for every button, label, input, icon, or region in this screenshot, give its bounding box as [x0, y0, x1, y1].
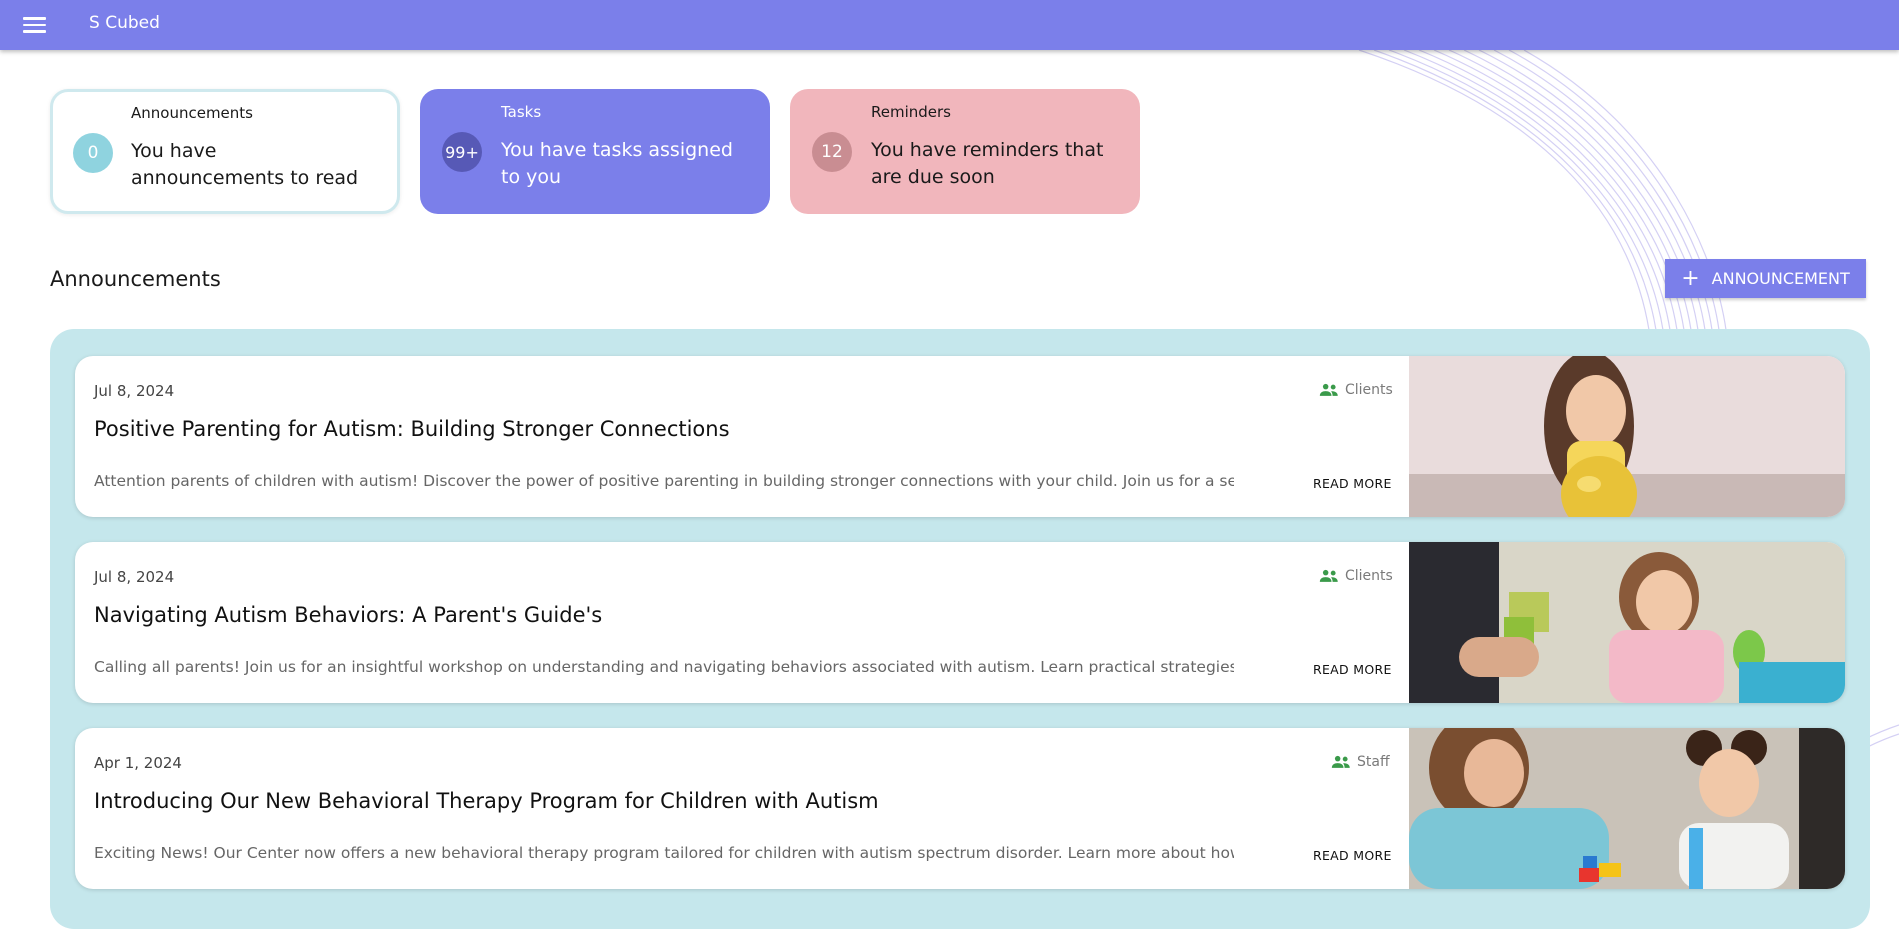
plus-icon: + — [1681, 265, 1700, 291]
people-icon — [1319, 383, 1338, 396]
read-more-button[interactable]: READ MORE — [1313, 476, 1392, 491]
add-announcement-button[interactable]: + ANNOUNCEMENT — [1665, 259, 1866, 298]
announcement-audience-label: Clients — [1345, 568, 1393, 584]
tasks-summary-message: You have tasks assigned to you — [501, 139, 733, 188]
reminders-summary-card[interactable]: 12 Reminders You have reminders that are… — [790, 89, 1140, 214]
app-bar: S Cubed — [0, 0, 1899, 50]
announcement-card[interactable]: Jul 8, 2024 Clients Navigating Autism Be… — [75, 542, 1845, 703]
people-icon — [1319, 569, 1338, 582]
announcement-date: Jul 8, 2024 — [94, 382, 175, 400]
announcements-count-badge: 0 — [73, 133, 113, 173]
announcements-feed: Jul 8, 2024 Clients Positive Parenting f… — [50, 329, 1870, 929]
reminders-summary-label: Reminders — [871, 103, 951, 121]
announcement-audience: Staff — [1331, 754, 1390, 770]
announcements-summary-card[interactable]: 0 Announcements You have announcements t… — [50, 89, 400, 214]
announcement-card[interactable]: Apr 1, 2024 Staff Introducing Our New Be… — [75, 728, 1845, 889]
announcement-title: Navigating Autism Behaviors: A Parent's … — [94, 603, 603, 627]
announcement-title: Introducing Our New Behavioral Therapy P… — [94, 789, 879, 813]
announcement-image — [1409, 728, 1845, 889]
announcements-summary-message: You have announcements to read — [131, 140, 359, 189]
announcement-excerpt: Attention parents of children with autis… — [94, 472, 1234, 490]
reminders-summary-message: You have reminders that are due soon — [871, 139, 1104, 188]
announcement-audience: Clients — [1319, 382, 1393, 398]
announcements-summary-label: Announcements — [131, 104, 253, 122]
tasks-count-badge: 99+ — [442, 132, 482, 172]
announcement-audience: Clients — [1319, 568, 1393, 584]
reminders-count-badge: 12 — [812, 132, 852, 172]
announcement-date: Jul 8, 2024 — [94, 568, 175, 586]
announcement-excerpt: Calling all parents! Join us for an insi… — [94, 658, 1234, 676]
announcement-excerpt: Exciting News! Our Center now offers a n… — [94, 844, 1234, 862]
announcement-image — [1409, 356, 1845, 517]
announcement-image — [1409, 542, 1845, 703]
tasks-summary-label: Tasks — [501, 103, 542, 121]
read-more-button[interactable]: READ MORE — [1313, 662, 1392, 677]
add-announcement-label: ANNOUNCEMENT — [1711, 269, 1850, 288]
app-title: S Cubed — [89, 13, 160, 33]
menu-icon[interactable] — [16, 10, 52, 40]
announcement-audience-label: Staff — [1357, 754, 1390, 770]
announcement-audience-label: Clients — [1345, 382, 1393, 398]
read-more-button[interactable]: READ MORE — [1313, 848, 1392, 863]
announcement-date: Apr 1, 2024 — [94, 754, 182, 772]
people-icon — [1331, 755, 1350, 768]
announcements-section-title: Announcements — [50, 267, 221, 291]
tasks-summary-card[interactable]: 99+ Tasks You have tasks assigned to you — [420, 89, 770, 214]
announcement-card[interactable]: Jul 8, 2024 Clients Positive Parenting f… — [75, 356, 1845, 517]
announcement-title: Positive Parenting for Autism: Building … — [94, 417, 730, 441]
